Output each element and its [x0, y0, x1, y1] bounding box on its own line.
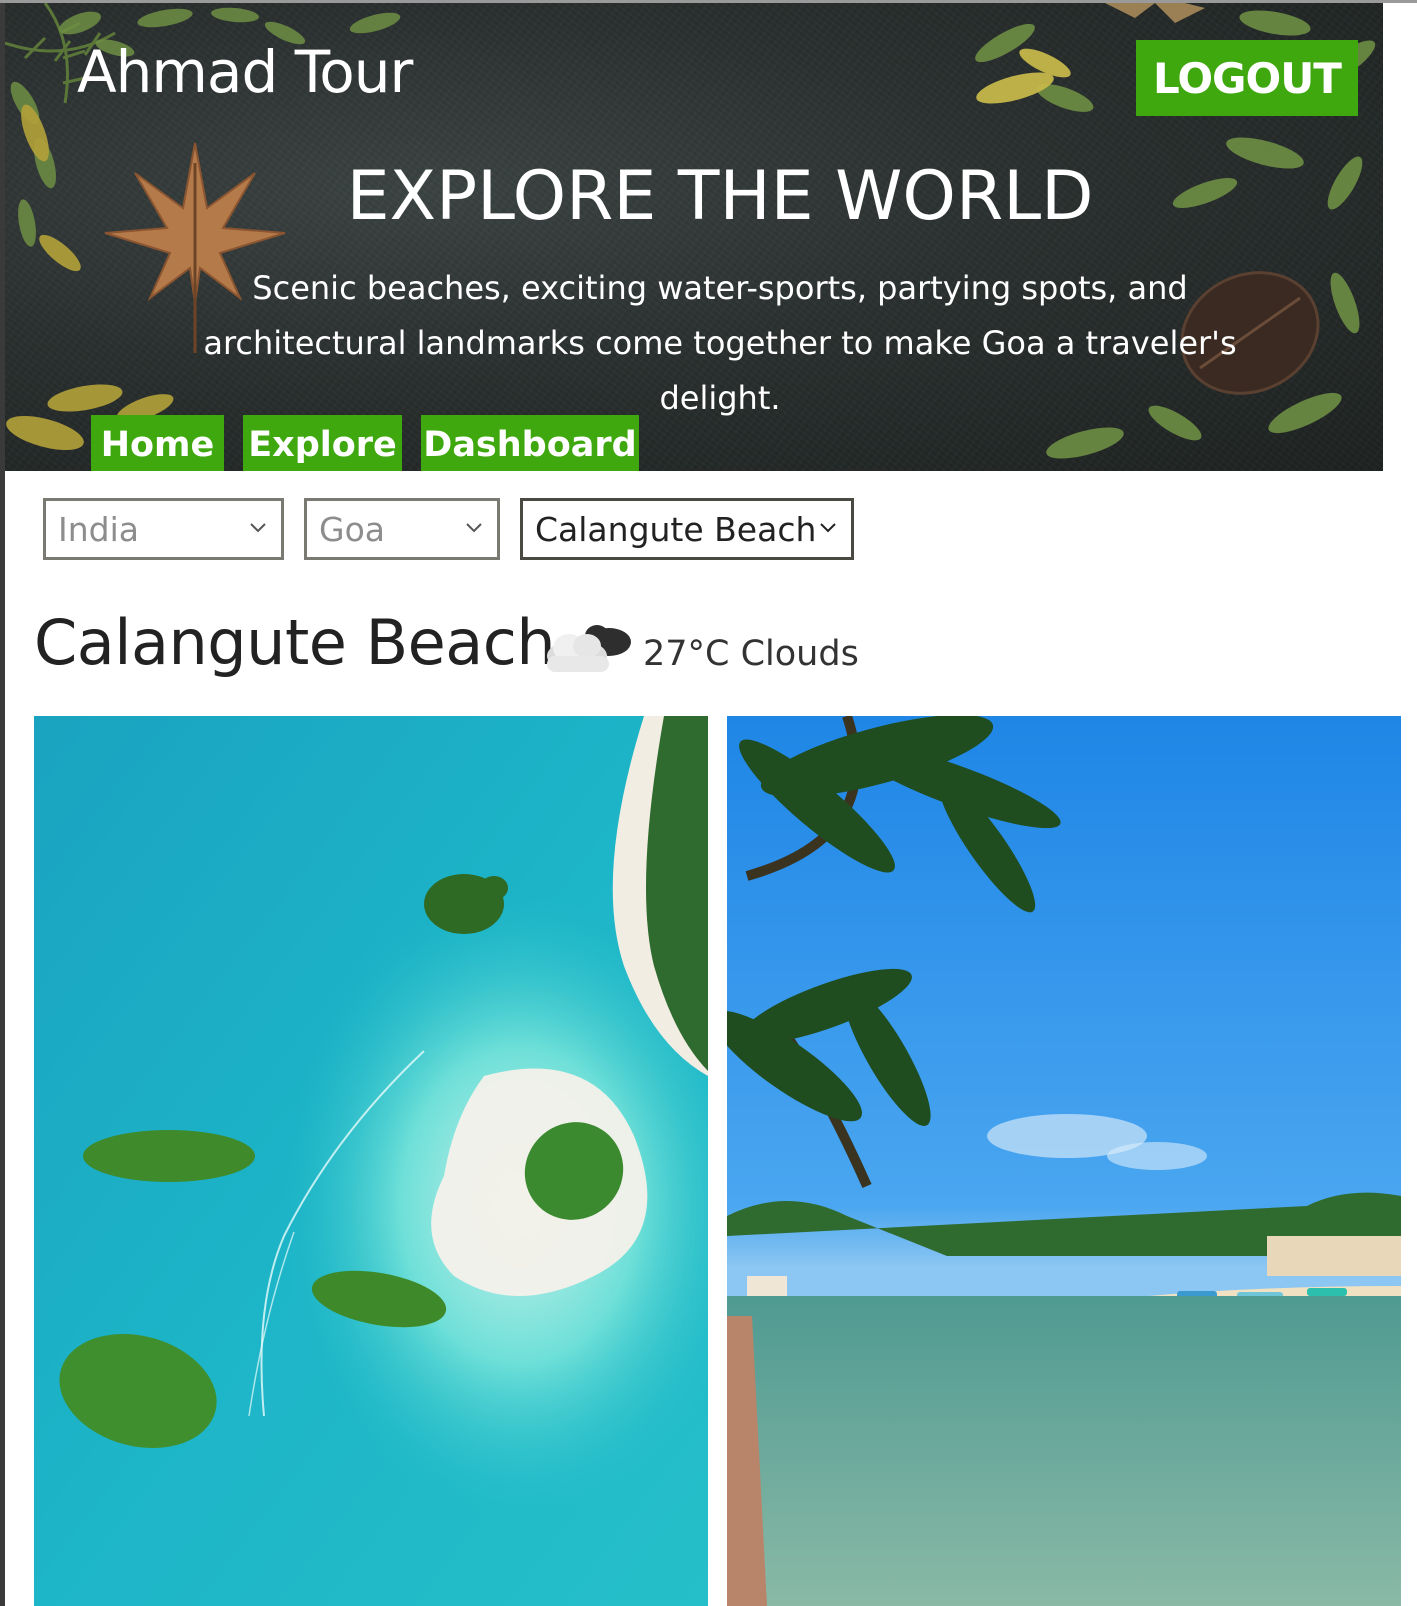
aerial-lagoon-islands-photo [34, 716, 708, 1606]
place-title: Calangute Beach [34, 606, 556, 679]
country-select-value: India [58, 509, 139, 549]
cloud-icon [547, 625, 631, 672]
chevron-down-icon [466, 523, 482, 533]
logout-button[interactable]: LOGOUT [1136, 40, 1358, 116]
chevron-down-icon [250, 523, 266, 533]
nav-explore-button[interactable]: Explore [243, 415, 402, 471]
window-edge-top [0, 0, 1417, 3]
brand-logo[interactable]: Ahmad Tour [77, 37, 413, 107]
page: Ahmad Tour LOGOUT EXPLORE THE WORLD Scen… [0, 0, 1417, 1606]
chevron-down-icon [820, 523, 836, 533]
nav-dashboard-button[interactable]: Dashboard [421, 415, 639, 471]
weather-text: 27°C Clouds [643, 634, 859, 674]
hero-headline: EXPLORE THE WORLD [346, 157, 1094, 236]
state-select[interactable]: Goa [304, 498, 500, 560]
palm-trees-river-beach-photo [727, 716, 1401, 1606]
hero-banner: Ahmad Tour LOGOUT EXPLORE THE WORLD Scen… [5, 3, 1383, 471]
window-edge [0, 0, 5, 1606]
place-select-value: Calangute Beach [535, 509, 817, 549]
place-select[interactable]: Calangute Beach [520, 498, 854, 560]
country-select[interactable]: India [43, 498, 284, 560]
state-select-value: Goa [319, 509, 385, 549]
nav-home-button[interactable]: Home [91, 415, 224, 471]
hero-subtitle: Scenic beaches, exciting water-sports, p… [203, 269, 1237, 417]
